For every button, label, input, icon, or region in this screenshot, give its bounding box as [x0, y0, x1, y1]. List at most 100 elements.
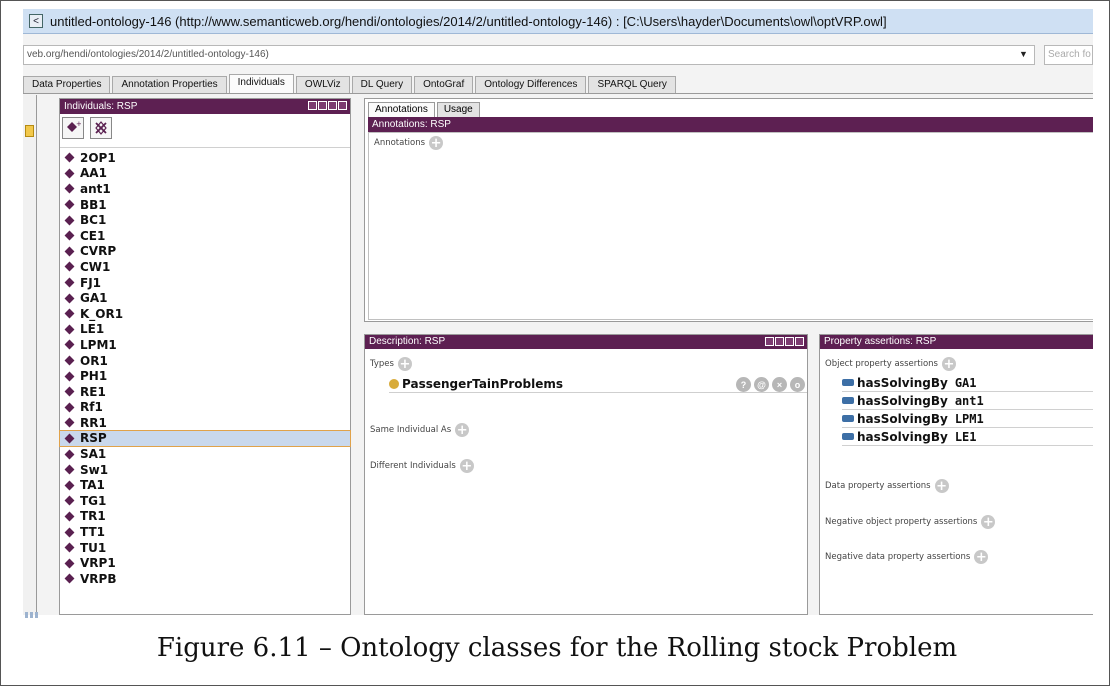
split-icon[interactable] [765, 337, 774, 346]
individual-item[interactable]: CVRP [60, 244, 350, 260]
individual-label: OR1 [80, 353, 108, 368]
individual-item[interactable]: BC1 [60, 212, 350, 228]
individual-label: AA1 [80, 166, 107, 181]
individual-item[interactable]: LE1 [60, 322, 350, 338]
tab-ontology-differences[interactable]: Ontology Differences [475, 76, 587, 93]
individual-item[interactable]: GA1 [60, 290, 350, 306]
add-negative-object-assertion-icon[interactable]: + [981, 515, 996, 529]
individuals-panel: Individuals: RSP + 2OP1 AA1 ant1 BB1 BC1… [59, 98, 351, 615]
individual-item[interactable]: RE1 [60, 384, 350, 400]
individual-item[interactable]: CE1 [60, 228, 350, 244]
individual-item[interactable]: TG1 [60, 493, 350, 509]
property-assertions-header: Property assertions: RSP [820, 335, 1093, 349]
object-property-icon [842, 433, 854, 440]
individual-item[interactable]: LPM1 [60, 337, 350, 353]
individual-label: Sw1 [80, 462, 109, 477]
individual-item[interactable]: FJ1 [60, 275, 350, 291]
tab-ontograf[interactable]: OntoGraf [414, 76, 474, 93]
individual-item[interactable]: Sw1 [60, 462, 350, 478]
individual-diamond-icon [64, 339, 75, 350]
individual-label: Rf1 [80, 400, 103, 415]
tab-annotations[interactable]: Annotations [368, 102, 435, 117]
individual-label: VRPB [80, 571, 117, 586]
individual-item[interactable]: RR1 [60, 415, 350, 431]
individual-item[interactable]: RSP [59, 429, 351, 448]
individual-item[interactable]: Rf1 [60, 400, 350, 416]
add-individual-button[interactable]: + [62, 117, 84, 139]
help-icon[interactable]: ? [736, 377, 751, 392]
tab-individuals[interactable]: Individuals [228, 74, 294, 93]
minimize-icon[interactable] [775, 337, 784, 346]
uri-dropdown-icon[interactable]: ▼ [1019, 49, 1028, 59]
status-indicator [25, 605, 51, 618]
add-same-individual-icon[interactable]: + [455, 423, 470, 437]
tab-usage[interactable]: Usage [436, 102, 480, 117]
split-icon[interactable] [308, 101, 317, 110]
individual-item[interactable]: BB1 [60, 197, 350, 213]
maximize-icon[interactable] [328, 101, 337, 110]
add-type-icon[interactable]: + [397, 357, 412, 371]
edit-icon[interactable]: o [790, 377, 805, 392]
individual-diamond-icon [64, 480, 75, 491]
property-assertions-panel: Property assertions: RSP Object property… [819, 334, 1093, 615]
individual-diamond-icon [64, 573, 75, 584]
minimize-icon[interactable] [318, 101, 327, 110]
assertion-row[interactable]: hasSolvingBy ant1 [842, 392, 1093, 410]
individual-item[interactable]: ant1 [60, 181, 350, 197]
individual-diamond-icon [64, 355, 75, 366]
tab-sparql-query[interactable]: SPARQL Query [588, 76, 676, 93]
individual-item[interactable]: TA1 [60, 477, 350, 493]
maximize-icon[interactable] [785, 337, 794, 346]
individual-label: PH1 [80, 369, 108, 384]
add-different-individual-icon[interactable]: + [459, 459, 474, 473]
individual-item[interactable]: AA1 [60, 166, 350, 182]
assertion-row[interactable]: hasSolvingBy GA1 [842, 374, 1093, 392]
assertion-property: hasSolvingBy [857, 375, 948, 390]
assertion-row[interactable]: hasSolvingBy LPM1 [842, 410, 1093, 428]
individual-item[interactable]: VRP1 [60, 555, 350, 571]
individual-item[interactable]: TR1 [60, 509, 350, 525]
add-object-assertion-icon[interactable]: + [941, 357, 956, 371]
assertion-row[interactable]: hasSolvingBy LE1 [842, 428, 1093, 446]
type-row[interactable]: PassengerTainProblems ? @ × o [389, 376, 807, 393]
individual-item[interactable]: OR1 [60, 353, 350, 369]
different-individuals-section: Different Individuals + [370, 459, 474, 473]
add-annotation-icon[interactable]: + [429, 136, 444, 150]
delete-icon[interactable]: × [772, 377, 787, 392]
close-icon[interactable] [338, 101, 347, 110]
individual-item[interactable]: CW1 [60, 259, 350, 275]
individual-item[interactable]: 2OP1 [60, 150, 350, 166]
individual-item[interactable]: SA1 [60, 446, 350, 462]
add-negative-data-assertion-icon[interactable]: + [974, 550, 989, 564]
assertion-individual: GA1 [954, 375, 977, 390]
individual-item[interactable]: TT1 [60, 524, 350, 540]
tab-data-properties[interactable]: Data Properties [23, 76, 111, 93]
individual-label: RSP [80, 431, 107, 446]
delete-individual-button[interactable] [90, 117, 112, 139]
add-data-assertion-icon[interactable]: + [934, 479, 949, 493]
close-icon[interactable] [795, 337, 804, 346]
folder-icon[interactable] [25, 125, 34, 137]
individual-item[interactable]: K_OR1 [60, 306, 350, 322]
individual-label: TU1 [80, 540, 107, 555]
annotate-icon[interactable]: @ [754, 377, 769, 392]
ontology-uri-field[interactable]: veb.org/hendi/ontologies/2014/2/untitled… [23, 45, 1035, 65]
tab-dl-query[interactable]: DL Query [351, 76, 413, 93]
figure-caption: Figure 6.11 – Ontology classes for the R… [156, 633, 958, 663]
delete-individual-icon [95, 121, 107, 135]
individual-label: TA1 [80, 478, 105, 493]
individual-item[interactable]: PH1 [60, 368, 350, 384]
tab-annotation-properties[interactable]: Annotation Properties [112, 76, 227, 93]
tab-owlviz[interactable]: OWLViz [295, 76, 350, 93]
same-individual-label: Same Individual As [370, 425, 452, 435]
app-icon: < [29, 14, 43, 28]
individual-diamond-icon [64, 433, 75, 444]
types-label: Types [370, 359, 394, 369]
search-input[interactable]: Search fo [1044, 45, 1093, 65]
add-individual-icon: + [67, 120, 81, 132]
panel-window-buttons [308, 101, 347, 110]
individual-item[interactable]: TU1 [60, 540, 350, 556]
address-bar: veb.org/hendi/ontologies/2014/2/untitled… [23, 45, 1093, 67]
individual-label: CE1 [80, 228, 106, 243]
individual-item[interactable]: VRPB [60, 571, 350, 587]
